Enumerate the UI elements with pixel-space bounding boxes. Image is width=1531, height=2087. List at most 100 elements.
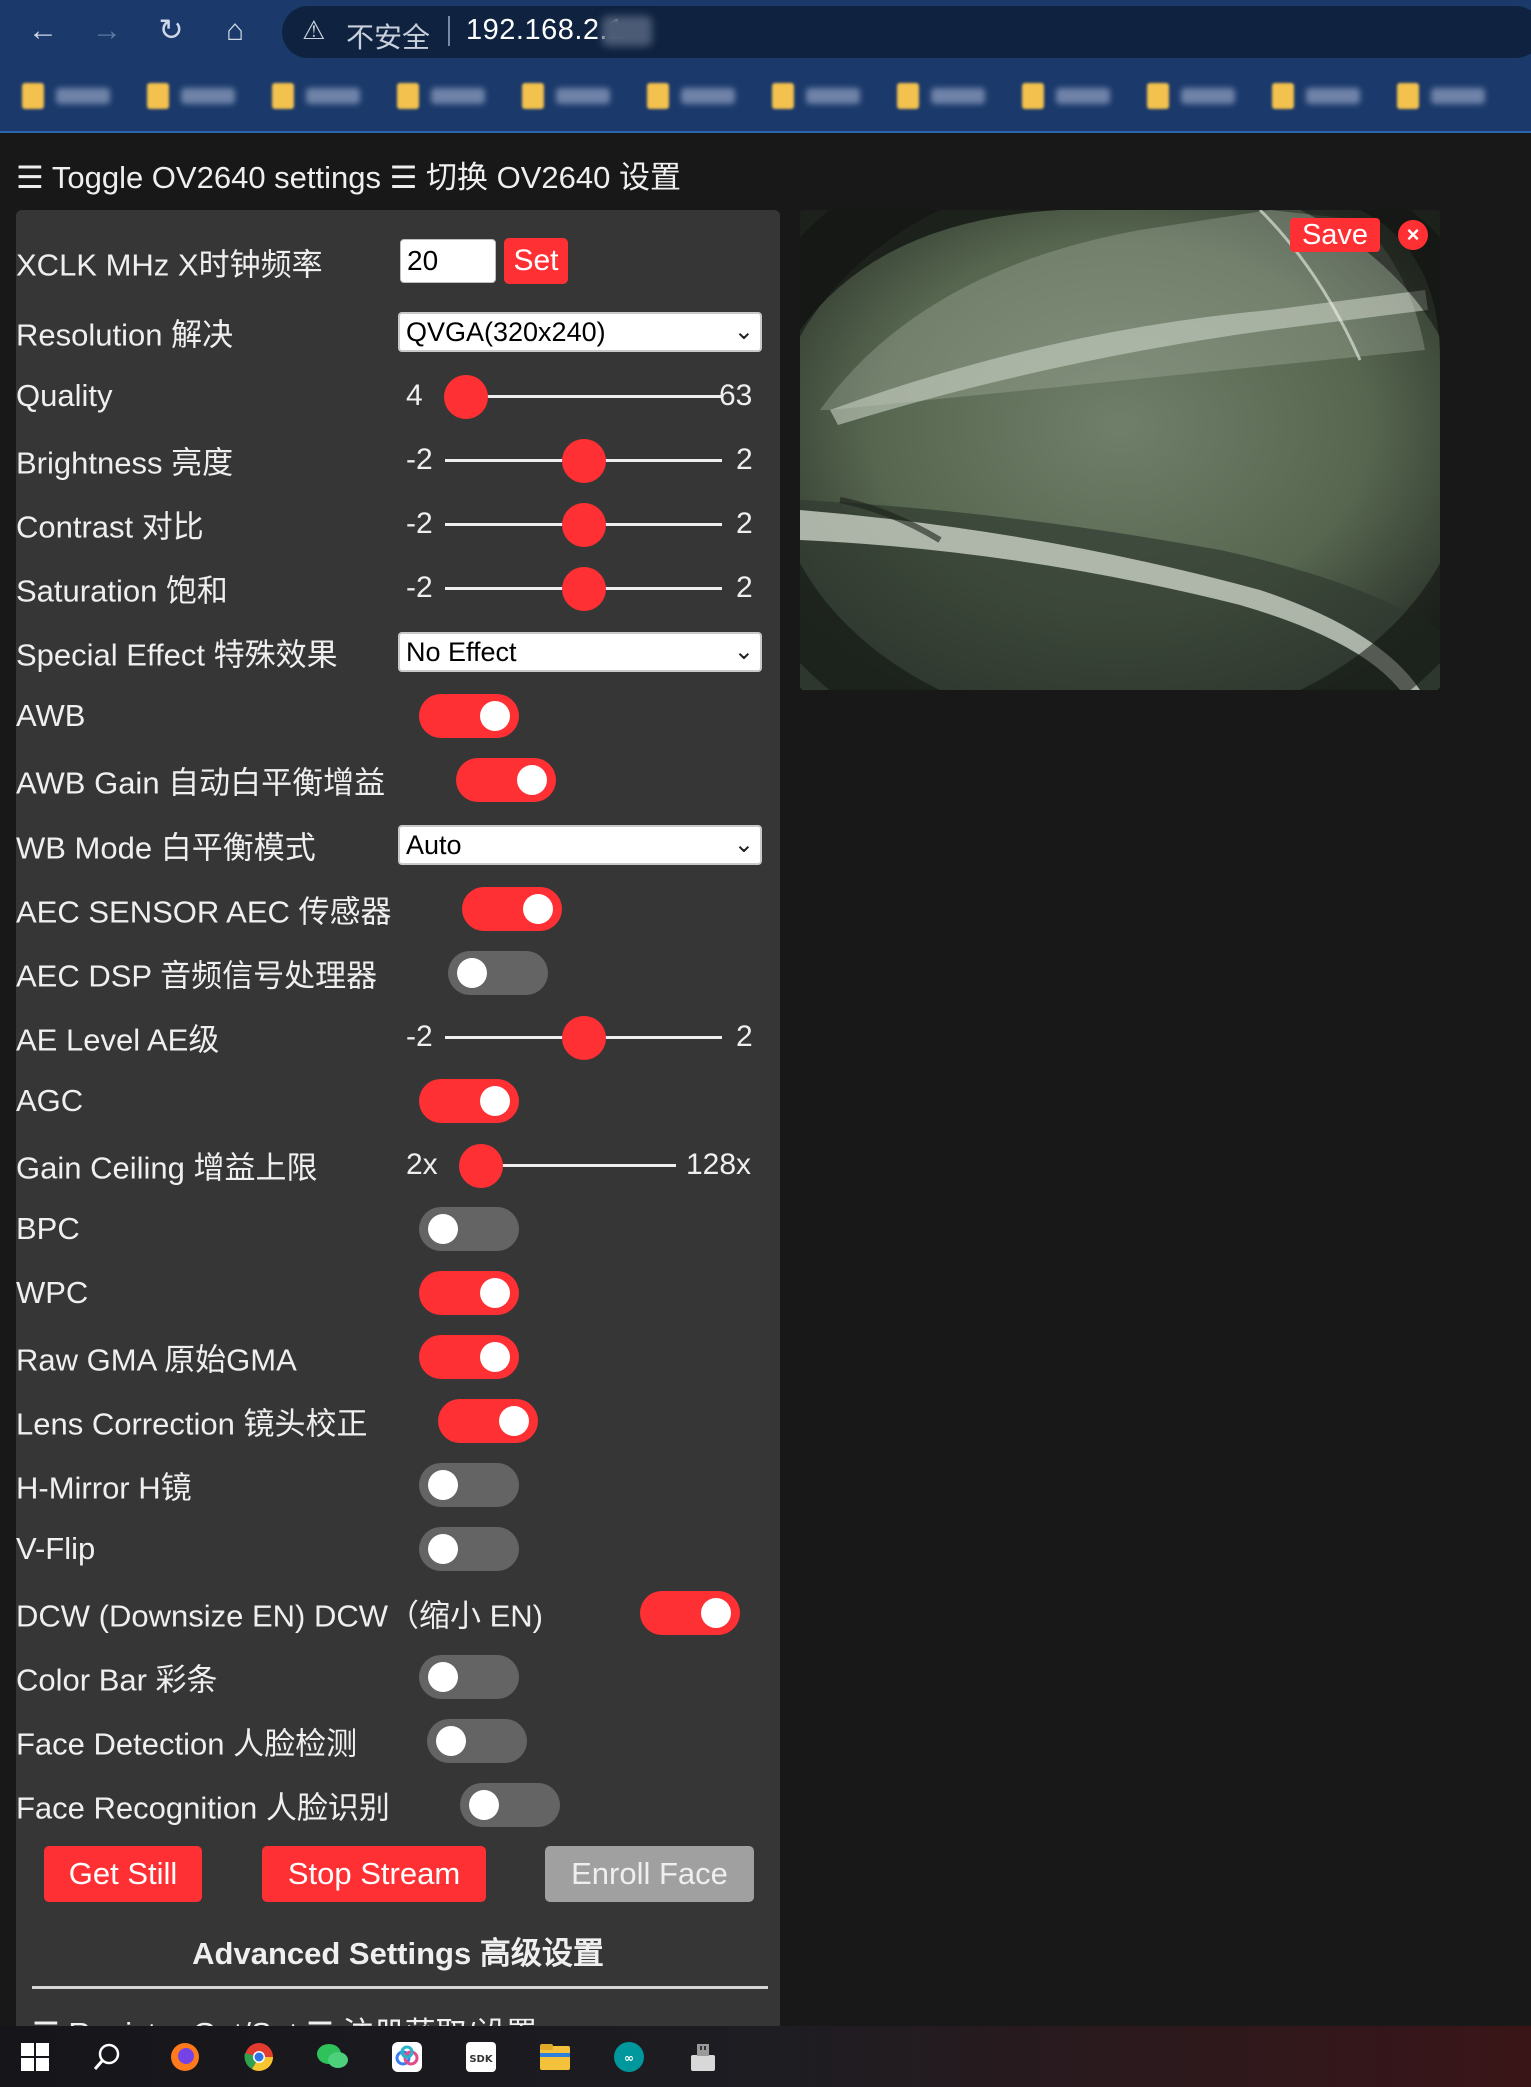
resolution-select[interactable]: QVGA(320x240) ⌄ — [398, 312, 762, 352]
xclk-set-button[interactable]: Set — [504, 238, 568, 284]
gain-ceiling-thumb[interactable] — [459, 1144, 503, 1188]
quality-thumb[interactable] — [444, 375, 488, 419]
xclk-row: XCLK MHz X时钟频率 20 Set — [16, 234, 756, 290]
bpc-toggle[interactable] — [419, 1207, 519, 1251]
aec-sensor-toggle[interactable] — [462, 887, 562, 931]
lens-correction-toggle[interactable] — [438, 1399, 538, 1443]
folder-icon — [1147, 83, 1169, 109]
toggle-knob — [457, 958, 487, 988]
wpc-toggle[interactable] — [419, 1271, 519, 1315]
bookmark-item[interactable] — [1397, 76, 1522, 116]
folder-icon — [147, 83, 169, 109]
windows-start-icon[interactable] — [18, 2040, 52, 2074]
bookmark-item[interactable] — [1022, 76, 1147, 116]
brightness-max: 2 — [736, 443, 753, 476]
bookmark-item[interactable] — [1272, 76, 1397, 116]
file-explorer-icon[interactable] — [538, 2040, 572, 2074]
lens-correction-row: Lens Correction 镜头校正 — [16, 1393, 756, 1449]
chevron-down-icon: ⌄ — [733, 638, 754, 665]
folder-icon — [897, 83, 919, 109]
aec-sensor-row: AEC SENSOR AEC 传感器 — [16, 881, 756, 937]
warning-icon[interactable]: ⚠ — [302, 17, 325, 43]
brightness-thumb[interactable] — [561, 439, 606, 483]
awb-gain-toggle[interactable] — [456, 758, 556, 802]
ae-level-thumb[interactable] — [561, 1016, 606, 1060]
gain-ceiling-track[interactable] — [473, 1164, 676, 1167]
sdk-icon[interactable]: SDK — [464, 2040, 498, 2074]
bookmark-label-redacted — [306, 88, 360, 104]
save-image-button[interactable]: Save — [1290, 218, 1380, 252]
face-recognize-toggle[interactable] — [460, 1783, 560, 1827]
saturation-max: 2 — [736, 571, 753, 604]
dcw-row: DCW (Downsize EN) DCW（缩小 EN) — [16, 1585, 756, 1641]
face-detect-toggle[interactable] — [427, 1719, 527, 1763]
toggle-settings-link[interactable]: ☰ Toggle OV2640 settings ☰ 切换 OV2640 设置 — [16, 152, 681, 197]
reload-icon[interactable]: ↻ — [148, 8, 194, 54]
url-text[interactable]: 192.168.2.1 — [466, 14, 625, 47]
dcw-toggle[interactable] — [640, 1591, 740, 1635]
contrast-min: -2 — [406, 507, 433, 540]
get-still-button[interactable]: Get Still — [44, 1846, 202, 1902]
saturation-min: -2 — [406, 571, 433, 604]
xclk-input[interactable]: 20 — [400, 239, 496, 283]
hmirror-toggle[interactable] — [419, 1463, 519, 1507]
ae-level-max: 2 — [736, 1020, 753, 1053]
home-icon[interactable]: ⌂ — [212, 8, 258, 54]
bookmark-item[interactable] — [897, 76, 1022, 116]
cloud-drive-icon[interactable] — [390, 2040, 424, 2074]
usb-tool-icon[interactable] — [686, 2040, 720, 2074]
wechat-icon[interactable] — [316, 2040, 350, 2074]
bookmark-item[interactable] — [272, 76, 397, 116]
stop-stream-button[interactable]: Stop Stream — [262, 1846, 486, 1902]
bookmark-label-redacted — [181, 88, 235, 104]
special-effect-label: Special Effect 特殊效果 — [16, 637, 338, 673]
aec-dsp-toggle[interactable] — [448, 951, 548, 995]
firefox-icon[interactable] — [168, 2040, 202, 2074]
bookmark-item[interactable] — [772, 76, 897, 116]
arduino-icon[interactable]: ∞ — [612, 2040, 646, 2074]
chrome-icon[interactable] — [242, 2040, 276, 2074]
folder-icon — [772, 83, 794, 109]
bookmark-item[interactable] — [1147, 76, 1272, 116]
raw-gma-label: Raw GMA 原始GMA — [16, 1342, 297, 1378]
awb-gain-row: AWB Gain 自动白平衡增益 — [16, 752, 756, 808]
special-effect-row: Special Effect 特殊效果 No Effect ⌄ — [16, 624, 762, 680]
close-stream-icon[interactable]: × — [1398, 220, 1428, 250]
quality-track[interactable] — [458, 395, 722, 398]
back-arrow-icon[interactable]: ← — [20, 8, 66, 54]
wb-mode-label: WB Mode 白平衡模式 — [16, 830, 316, 866]
bookmark-label-redacted — [681, 88, 735, 104]
awb-row: AWB — [16, 688, 756, 744]
enroll-face-button[interactable]: Enroll Face — [545, 1846, 754, 1902]
bookmark-item[interactable] — [397, 76, 522, 116]
bookmark-item[interactable] — [147, 76, 272, 116]
saturation-thumb[interactable] — [561, 567, 606, 611]
agc-toggle[interactable] — [419, 1079, 519, 1123]
toggle-knob — [517, 765, 547, 795]
wpc-row: WPC — [16, 1265, 756, 1321]
folder-icon — [272, 83, 294, 109]
folder-icon — [397, 83, 419, 109]
bookmark-item[interactable] — [647, 76, 772, 116]
advanced-settings-title: Advanced Settings 高级设置 — [192, 1936, 604, 1971]
search-icon[interactable] — [90, 2040, 124, 2074]
contrast-max: 2 — [736, 507, 753, 540]
security-indicator[interactable]: 不安全 — [346, 16, 430, 56]
toggle-knob — [428, 1214, 458, 1244]
bookmark-label-redacted — [1431, 88, 1485, 104]
wb-mode-select[interactable]: Auto ⌄ — [398, 825, 762, 865]
colorbar-toggle[interactable] — [419, 1655, 519, 1699]
awb-toggle[interactable] — [419, 694, 519, 738]
toggle-knob — [469, 1790, 499, 1820]
quality-min: 4 — [406, 379, 423, 412]
bookmark-item[interactable] — [22, 76, 147, 116]
bookmark-item[interactable] — [522, 76, 647, 116]
raw-gma-toggle[interactable] — [419, 1335, 519, 1379]
svg-text:SDK: SDK — [469, 2054, 494, 2065]
special-effect-select[interactable]: No Effect ⌄ — [398, 632, 762, 672]
wpc-label: WPC — [16, 1275, 89, 1310]
contrast-thumb[interactable] — [561, 503, 606, 547]
vflip-toggle[interactable] — [419, 1527, 519, 1571]
forward-arrow-icon[interactable]: → — [84, 8, 130, 54]
advanced-divider — [32, 1986, 768, 1989]
